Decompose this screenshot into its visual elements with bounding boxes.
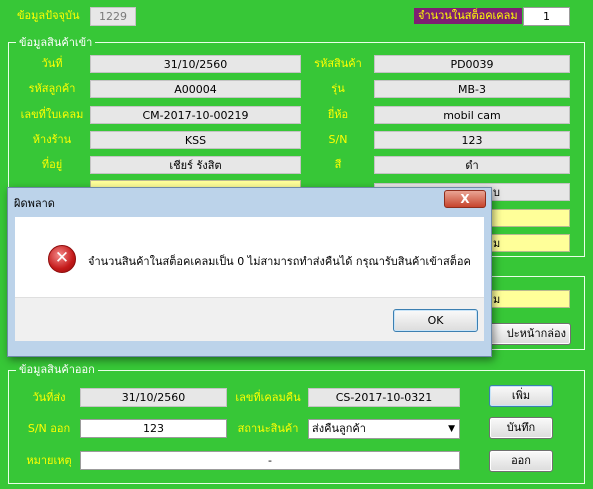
store-label: ห้างร้าน (32, 133, 72, 146)
ok-button[interactable]: OK (393, 309, 478, 332)
close-button[interactable]: X (444, 190, 486, 208)
date-label: วันที่ (41, 57, 63, 70)
incoming-group-title: ข้อมูลสินค้าเข้า (16, 36, 96, 50)
dialog-body: ✕ จำนวนสินค้าในสต็อคเคลมเป็น 0 ไม่สามารถ… (15, 217, 484, 297)
status-label: สถานะสินค้า (237, 422, 299, 435)
claim-no-label: เลขที่ใบเคลม (20, 108, 84, 121)
dialog-title: ผิดพลาด (14, 197, 55, 210)
error-icon: ✕ (48, 245, 76, 273)
sn-label: S/N (328, 133, 348, 146)
customer-code-label: รหัสลูกค้า (28, 82, 76, 95)
current-data-label: ข้อมูลปัจจุบัน (17, 9, 80, 22)
model-label: รุ่น (331, 82, 345, 95)
customer-code-field: A00004 (90, 80, 301, 98)
return-claim-no-field: CS-2017-10-0321 (308, 388, 460, 407)
address-field: เชียร์ รังสิต (90, 156, 301, 174)
sn-out-input[interactable]: 123 (80, 419, 227, 438)
save-button[interactable]: บันทึก (489, 417, 553, 439)
sn-out-label: S/N ออก (27, 422, 71, 435)
send-date-field: 31/10/2560 (80, 388, 227, 407)
claim-stock-label: จำนวนในสต็อคเคลม (414, 8, 522, 24)
claim-stock-field: 1 (523, 7, 570, 26)
dialog-message: จำนวนสินค้าในสต็อคเคลมเป็น 0 ไม่สามารถทำ… (88, 255, 471, 268)
remark-input[interactable]: - (80, 451, 460, 470)
close-icon: X (460, 192, 470, 206)
model-field: MB-3 (374, 80, 570, 98)
return-claim-no-label: เลขที่เคลมคืน (235, 391, 301, 404)
send-date-label: วันที่ส่ง (32, 391, 66, 404)
remark-label: หมายเหตุ (26, 454, 72, 467)
dialog-footer: OK (15, 297, 484, 341)
product-code-label: รหัสสินค้า (314, 57, 362, 70)
status-select[interactable]: ส่งคืนลูกค้า ▼ (308, 419, 460, 439)
current-data-field: 1229 (90, 7, 136, 26)
store-field: KSS (90, 131, 301, 149)
error-dialog: ผิดพลาด X ✕ จำนวนสินค้าในสต็อคเคลมเป็น 0… (7, 187, 492, 357)
color-label: สี (334, 158, 342, 171)
exit-button[interactable]: ออก (489, 450, 553, 472)
add-button[interactable]: เพิ่ม (489, 385, 553, 407)
outgoing-group-title: ข้อมูลสินค้าออก (16, 363, 98, 377)
product-code-field: PD0039 (374, 55, 570, 73)
sn-field: 123 (374, 131, 570, 149)
date-field: 31/10/2560 (90, 55, 301, 73)
brand-field: mobil cam (374, 106, 570, 124)
color-field: ดำ (374, 156, 570, 174)
claim-no-field: CM-2017-10-00219 (90, 106, 301, 124)
chevron-down-icon: ▼ (448, 424, 455, 434)
address-label: ที่อยู่ (41, 158, 63, 171)
brand-label: ยี่ห้อ (327, 108, 349, 121)
status-select-value: ส่งคืนลูกค้า (312, 422, 366, 435)
